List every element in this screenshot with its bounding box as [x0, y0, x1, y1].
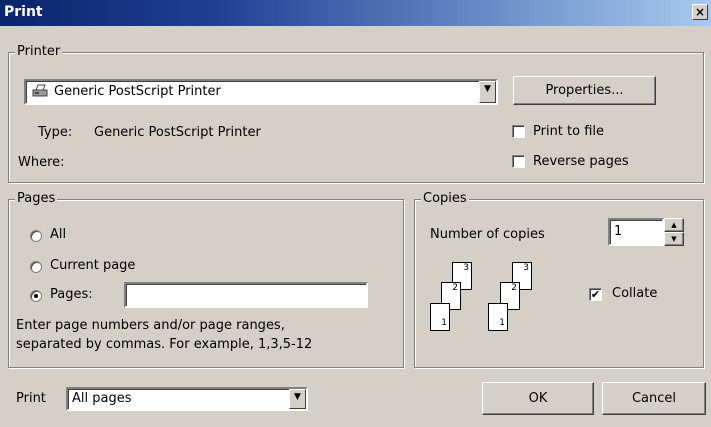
collate-label: Collate: [612, 286, 658, 301]
reverse-pages-checkbox[interactable]: [512, 155, 525, 168]
print-range-label: Print: [16, 391, 46, 406]
ok-button[interactable]: OK: [482, 382, 594, 415]
stack1-page3-number: 3: [463, 263, 469, 273]
pages-range-label: Pages:: [50, 287, 93, 302]
radio-selected-dot: [34, 294, 38, 298]
copies-group-label: Copies: [421, 191, 469, 206]
stack2-page3-number: 3: [523, 263, 529, 273]
cancel-button-label: Cancel: [631, 391, 677, 406]
printer-select[interactable]: Generic PostScript Printer ▼: [24, 79, 498, 105]
cancel-button[interactable]: Cancel: [602, 382, 706, 415]
stack2-page1: 1: [488, 303, 508, 331]
close-icon[interactable]: ×: [692, 4, 708, 20]
printer-group-label: Printer: [15, 44, 63, 59]
stack1-page2-number: 2: [452, 283, 458, 293]
pages-current-radio[interactable]: [30, 261, 42, 273]
stack1-page1-number: 1: [441, 318, 447, 328]
type-value: Generic PostScript Printer: [94, 125, 261, 140]
printer-select-value: Generic PostScript Printer: [54, 84, 221, 99]
print-to-file-checkbox[interactable]: [512, 125, 525, 138]
print-range-select[interactable]: All pages ▼: [66, 387, 308, 411]
reverse-pages-label: Reverse pages: [533, 154, 629, 169]
print-to-file-label: Print to file: [533, 124, 605, 139]
pages-group-label: Pages: [15, 191, 58, 206]
printer-icon: [32, 84, 48, 98]
printer-dropdown-button[interactable]: ▼: [479, 81, 496, 103]
stack2-page2-number: 2: [511, 283, 517, 293]
pages-range-input[interactable]: [124, 282, 368, 308]
ok-button-label: OK: [528, 391, 548, 406]
properties-button-label: Properties...: [545, 83, 624, 98]
copies-number-input[interactable]: 1: [608, 218, 664, 246]
pages-hint-line1: Enter page numbers and/or page ranges,: [16, 318, 285, 333]
stack1-page1: 1: [430, 303, 450, 331]
stack2-page1-number: 1: [499, 318, 505, 328]
print-range-value: All pages: [72, 391, 132, 406]
print-range-dropdown-button[interactable]: ▼: [289, 389, 306, 409]
copies-number-value: 1: [614, 224, 623, 239]
copies-down-button[interactable]: ▼: [664, 232, 684, 246]
properties-button[interactable]: Properties...: [513, 76, 656, 105]
window-title: Print: [4, 4, 43, 20]
type-label: Type:: [38, 125, 73, 140]
pages-all-radio[interactable]: [30, 230, 42, 242]
pages-hint-line2: separated by commas. For example, 1,3,5-…: [16, 337, 313, 352]
title-bar: Print ×: [0, 0, 711, 26]
pages-current-label: Current page: [50, 258, 136, 273]
where-label: Where:: [18, 155, 65, 170]
copies-number-label: Number of copies: [430, 227, 545, 242]
pages-all-label: All: [50, 227, 67, 242]
copies-up-button[interactable]: ▲: [664, 218, 684, 232]
collate-checkbox[interactable]: ✔: [589, 288, 602, 301]
pages-range-radio[interactable]: [30, 290, 42, 302]
